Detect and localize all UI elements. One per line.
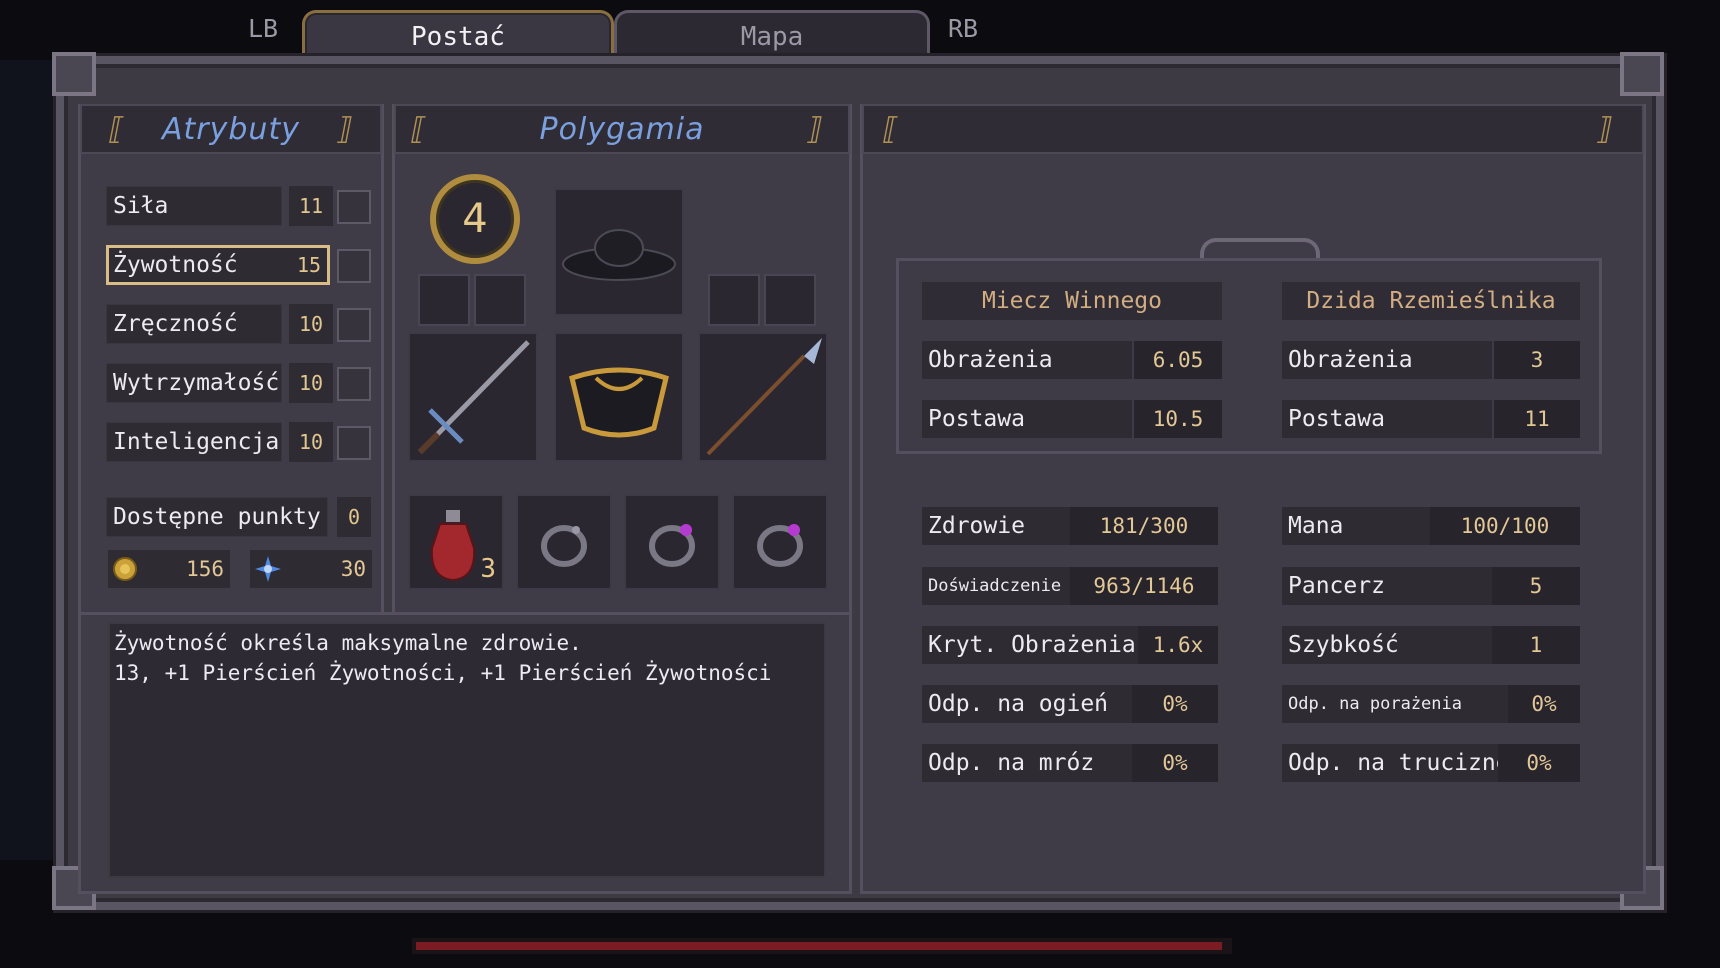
- blue-star-icon: [255, 556, 281, 582]
- ornament-icon: ⟦: [109, 112, 125, 147]
- stat-value: 5: [1492, 567, 1580, 605]
- spear-icon: [706, 338, 822, 456]
- level-badge: 4: [430, 174, 520, 264]
- stat-value: 0%: [1508, 685, 1580, 723]
- sword-icon: [417, 340, 530, 455]
- ornament-icon: ⟧: [337, 112, 353, 147]
- potion-count: 3: [480, 554, 496, 584]
- stat-label: Obrażenia: [1282, 341, 1492, 379]
- attribute-value: 10: [289, 363, 333, 403]
- level-value: 4: [462, 196, 488, 242]
- attribute-increase-button[interactable]: [337, 426, 371, 460]
- tab-postac[interactable]: Postać: [302, 10, 614, 60]
- attribute-value: 10: [289, 304, 333, 344]
- ornament-icon: ⟦: [883, 112, 899, 147]
- attribute-increase-button[interactable]: [337, 190, 371, 224]
- consumable-slot[interactable]: 3: [408, 494, 504, 590]
- attribute-name: Zręczność: [106, 304, 282, 344]
- stat-value: 3: [1494, 341, 1580, 379]
- ornament-icon: ⟦: [411, 112, 427, 147]
- off-hand-slot[interactable]: [698, 332, 828, 462]
- ring-slot[interactable]: [624, 494, 720, 590]
- ring-icon: [541, 525, 587, 567]
- gold-value: 156: [186, 557, 224, 581]
- trinket-slot[interactable]: [418, 274, 470, 326]
- gold-counter: 156: [108, 550, 230, 588]
- attributes-title: Atrybuty: [162, 111, 300, 147]
- attribute-increase-button[interactable]: [337, 367, 371, 401]
- trinket-slot[interactable]: [474, 274, 526, 326]
- chest-slot[interactable]: [554, 332, 684, 462]
- stat-value: 0%: [1132, 685, 1218, 723]
- stat-value: 1.6x: [1138, 626, 1218, 664]
- attribute-value: 11: [289, 186, 333, 226]
- attribute-name: Inteligencja: [106, 422, 282, 462]
- stat-value: 0%: [1132, 744, 1218, 782]
- stat-label: Pancerz: [1282, 567, 1492, 605]
- ornament-icon: ⟧: [807, 112, 823, 147]
- hat-icon: [562, 229, 676, 281]
- attribute-name: Siła: [106, 186, 282, 226]
- frame-corner: [52, 52, 96, 96]
- attribute-value: 15: [296, 253, 322, 277]
- stat-label: Obrażenia: [922, 341, 1132, 379]
- stat-value: 100/100: [1430, 507, 1580, 545]
- main-hand-slot[interactable]: [408, 332, 538, 462]
- background-edge: [0, 60, 56, 860]
- stat-label: Zdrowie: [922, 507, 1070, 545]
- cloak-icon: [569, 367, 669, 438]
- equipment-title: Polygamia: [539, 111, 705, 147]
- stat-label: Odp. na porażenia: [1282, 685, 1508, 723]
- stat-label: Szybkość: [1282, 626, 1492, 664]
- souls-counter: 30: [250, 550, 372, 588]
- ring-slot[interactable]: [732, 494, 828, 590]
- stat-label: Odp. na ogień: [922, 685, 1132, 723]
- attribute-value: 10: [289, 422, 333, 462]
- tab-mapa[interactable]: Mapa: [614, 10, 930, 60]
- stats-header: ⟦ ⟧: [862, 104, 1644, 154]
- stat-label: Mana: [1282, 507, 1430, 545]
- stat-value: 11: [1494, 400, 1580, 438]
- stat-label: Postawa: [922, 400, 1132, 438]
- trinket-slot[interactable]: [764, 274, 816, 326]
- description-line: Żywotność określa maksymalne zdrowie.: [114, 631, 582, 655]
- weapon-name: Dzida Rzemieślnika: [1282, 282, 1580, 320]
- trinket-slot[interactable]: [708, 274, 760, 326]
- rb-button-hint[interactable]: RB: [948, 14, 978, 43]
- attributes-header: ⟦ Atrybuty ⟧: [80, 104, 382, 154]
- lb-button-hint[interactable]: LB: [248, 14, 278, 43]
- stat-label: Doświadczenie: [922, 567, 1070, 605]
- health-bar: [412, 938, 1232, 954]
- stat-value: 181/300: [1070, 507, 1218, 545]
- stat-value: 10.5: [1134, 400, 1222, 438]
- ring-icon: [757, 524, 803, 567]
- frame-corner: [1620, 52, 1664, 96]
- stat-value: 963/1146: [1070, 567, 1218, 605]
- available-points-value: 0: [337, 497, 371, 537]
- head-slot[interactable]: [554, 188, 684, 316]
- attribute-increase-button[interactable]: [337, 308, 371, 342]
- stat-label: Postawa: [1282, 400, 1492, 438]
- attributes-panel: [78, 104, 384, 620]
- stat-value: 6.05: [1134, 341, 1222, 379]
- description-line: 13, +1 Pierścień Żywotności, +1 Pierście…: [114, 661, 772, 685]
- weapon-name: Miecz Winnego: [922, 282, 1222, 320]
- stat-label: Odp. na truciznę: [1282, 744, 1510, 782]
- attribute-name: Wytrzymałość: [106, 363, 282, 403]
- ring-icon: [649, 524, 695, 567]
- equipment-header: ⟦ Polygamia ⟧: [394, 104, 850, 154]
- ornament-icon: ⟧: [1597, 112, 1613, 147]
- available-points-label: Dostępne punkty: [106, 497, 328, 537]
- ring-slot[interactable]: [516, 494, 612, 590]
- stat-label: Kryt. Obrażenia: [922, 626, 1138, 664]
- attribute-description: Żywotność określa maksymalne zdrowie. 13…: [108, 622, 826, 878]
- gold-coin-icon: [113, 557, 137, 581]
- stat-value: 0%: [1498, 744, 1580, 782]
- souls-value: 30: [340, 557, 366, 581]
- stat-value: 1: [1492, 626, 1580, 664]
- stat-label: Odp. na mróz: [922, 744, 1132, 782]
- attribute-increase-button[interactable]: [337, 249, 371, 283]
